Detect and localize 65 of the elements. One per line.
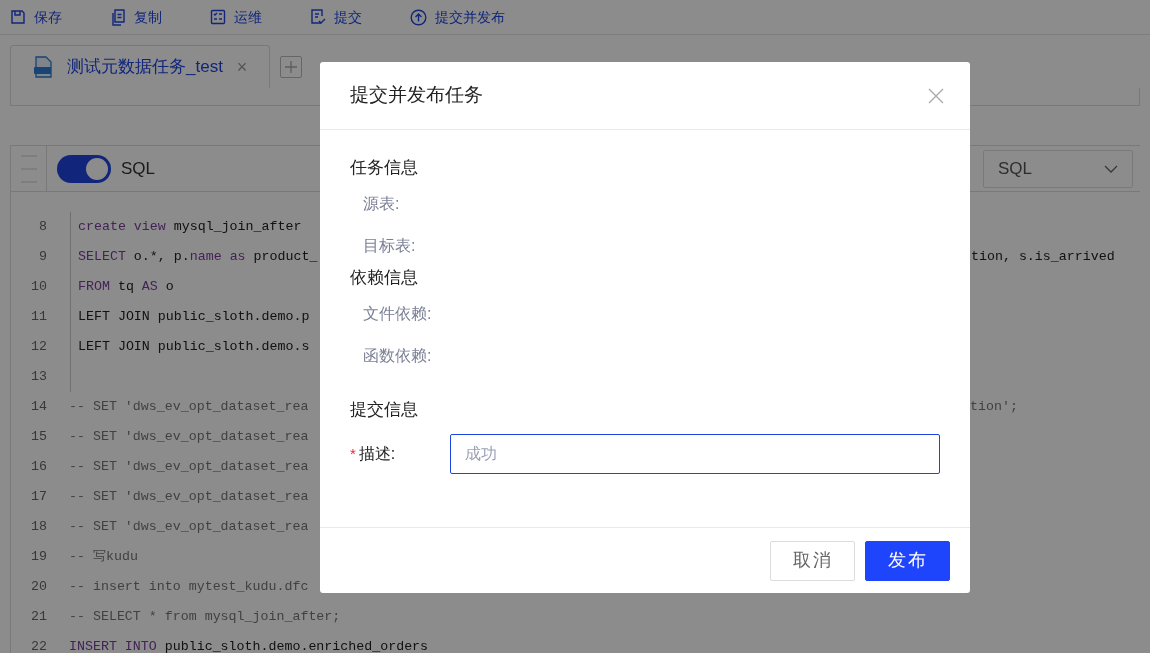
section-title: 任务信息 [350,157,419,179]
publish-button[interactable]: 发布 [865,540,950,581]
toolbar-button[interactable]: 运维 [210,6,310,28]
field-label: 文件依赖: [362,304,433,324]
line-number: 11 [30,308,48,327]
language-select[interactable]: SQL [983,149,1133,188]
code-line: LEFT JOIN public_sloth.demo.s [78,338,310,357]
toggle-label: SQL [121,157,156,180]
chevron-down-icon [1104,164,1118,173]
checklist-icon [210,9,226,25]
line-number: 22 [30,638,48,653]
line-number: 8 [38,218,48,237]
toolbar-button[interactable]: 保存 [10,6,110,28]
close-tab-button[interactable]: × [236,58,248,76]
line-number: 16 [30,458,48,477]
cancel-button[interactable]: 取消 [770,540,855,581]
toolbar-button[interactable]: 复制 [110,6,210,28]
code-line: -- SET 'dws_ev_opt_dataset_rea [69,488,309,507]
toolbar-button[interactable]: 提交 [310,6,410,28]
line-number: 13 [30,368,48,387]
section-title: 提交信息 [350,399,419,421]
sql-file-icon [33,56,53,78]
toolbar-button[interactable]: 提交并发布 [410,6,510,28]
save-icon [10,9,26,25]
plus-icon [284,60,298,74]
toggle-switch[interactable] [57,154,111,183]
code-line: -- 写kudu [69,548,138,567]
line-number: 20 [30,578,48,597]
line-number: 21 [30,608,48,627]
line-number: 18 [30,518,48,537]
field-label: 源表: [362,194,401,214]
code-line: -- SELECT * from mysql_join_after; [69,608,341,627]
code-line: -- SET 'dws_ev_opt_dataset_rea [69,518,309,537]
document-check-icon [310,9,326,25]
code-line: -- SET 'dws_ev_opt_dataset_rea [69,458,309,477]
editor-tab[interactable]: 测试元数据任务_test × [10,45,270,88]
dialog-title: 提交并发布任务 [350,83,483,108]
line-number: 9 [38,248,48,267]
line-number: 10 [30,278,48,297]
line-number: 15 [30,428,48,447]
code-line: INSERT INTO public_sloth.demo.enriched_orders [69,638,429,653]
code-line: -- SET 'dws_ev_opt_dataset_rea [69,398,309,417]
code-line: -- insert into mytest_kudu.dfc [69,578,309,597]
code-line: -- SET 'dws_ev_opt_dataset_rea [69,428,309,447]
field-label: 函数依赖: [362,346,433,366]
required-mark: * [350,443,356,464]
line-number: 17 [30,488,48,507]
code-line: tion'; [970,398,1018,417]
field-label: 描述: [358,444,396,464]
code-line: create view mysql_join_after [78,218,302,237]
add-tab-button[interactable] [280,56,302,78]
line-number: 14 [30,398,48,417]
code-line: LEFT JOIN public_sloth.demo.p [78,308,310,327]
code-line: tion, s.is_arrived [971,248,1115,267]
copy-icon [110,8,126,26]
line-number: 19 [30,548,48,567]
description-field[interactable]: 成功 [450,434,940,474]
code-line: SELECT o.*, p.name as product_ [78,248,318,267]
line-number: 12 [30,338,48,357]
upload-icon [410,8,427,26]
close-icon[interactable] [928,87,944,104]
code-line: FROM tq AS o [78,278,174,297]
tab-title: 测试元数据任务_test [67,56,223,79]
section-title: 依赖信息 [350,267,419,289]
field-label: 目标表: [362,236,417,256]
